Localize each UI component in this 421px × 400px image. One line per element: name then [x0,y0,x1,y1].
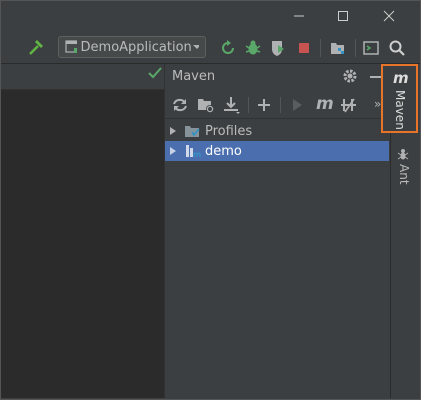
main-toolbar: DemoApplication [0,32,421,64]
plus-icon [258,99,270,111]
tree-node-profiles[interactable]: Profiles [165,121,389,141]
add-maven-project-button[interactable] [256,96,274,118]
maven-settings-button[interactable] [342,68,358,88]
chevron-down-icon [192,45,199,49]
download-sources-button[interactable] [223,96,241,118]
run-configuration-label: DemoApplication [80,39,192,55]
toolbar-separator [320,39,321,57]
close-icon [383,10,395,22]
minimize-icon [294,15,304,17]
stop-icon [299,43,309,53]
editor-tab-strip [0,64,164,90]
maven-toolbar: m » [164,92,390,119]
tree-node-label: Profiles [205,123,253,139]
chevron-right-icon[interactable] [168,126,178,136]
search-icon [389,40,405,56]
hammer-icon [29,40,43,55]
project-structure-icon [331,43,344,54]
toolbar-separator [355,39,356,57]
tree-node-label: demo [205,143,242,159]
svg-text:m: m [193,150,201,159]
project-structure-button[interactable] [328,38,348,58]
offline-icon [341,98,356,113]
ant-stripe-tab[interactable]: Ant [391,146,417,188]
run-configuration-dropdown[interactable]: DemoApplication [58,36,206,58]
maximize-icon [338,11,348,21]
ant-stripe-label: Ant [397,164,411,185]
toolbar-separator [248,97,249,113]
checkmark-icon [148,67,162,79]
folder-refresh-icon [198,99,214,113]
svg-text:m: m [316,94,334,114]
toolbar-separator [280,97,281,113]
application-icon [65,40,77,53]
terminal-button[interactable] [361,38,381,58]
toggle-offline-mode-button[interactable] [340,96,360,118]
editor-area[interactable] [0,64,164,398]
maven-logo-icon: m [393,69,409,87]
minimize-button[interactable] [276,0,322,32]
profiles-folder-icon [185,126,200,137]
generate-sources-button[interactable] [197,96,215,118]
reload-icon [173,98,187,112]
ant-icon [397,149,409,160]
terminal-icon [363,41,379,55]
stop-button[interactable] [294,38,314,58]
search-everywhere-button[interactable] [387,38,407,58]
tree-node-demo[interactable]: m demo [165,141,389,161]
execute-maven-goal-button[interactable]: m [314,94,334,118]
maven-stripe-tab[interactable]: m Maven [381,64,418,133]
reload-button[interactable] [171,96,189,118]
chevron-right-icon[interactable] [168,146,178,156]
rerun-icon [222,40,234,54]
maximize-button[interactable] [320,0,366,32]
run-maven-build-button[interactable] [288,96,306,118]
maven-goal-icon: m [316,94,334,114]
gear-icon [343,69,357,83]
maven-module-icon: m [186,145,201,159]
coverage-icon [272,41,284,56]
run-with-coverage-button[interactable] [268,38,288,58]
maven-project-tree: Profiles m demo [165,121,389,161]
maven-title: Maven [172,69,216,84]
bug-icon [245,40,261,55]
rerun-button[interactable] [218,38,238,58]
play-icon [293,99,302,111]
debug-button[interactable] [243,38,263,58]
build-button[interactable] [26,38,46,58]
download-icon [224,97,240,114]
maven-stripe-label: Maven [393,90,407,130]
close-button[interactable] [366,0,412,32]
